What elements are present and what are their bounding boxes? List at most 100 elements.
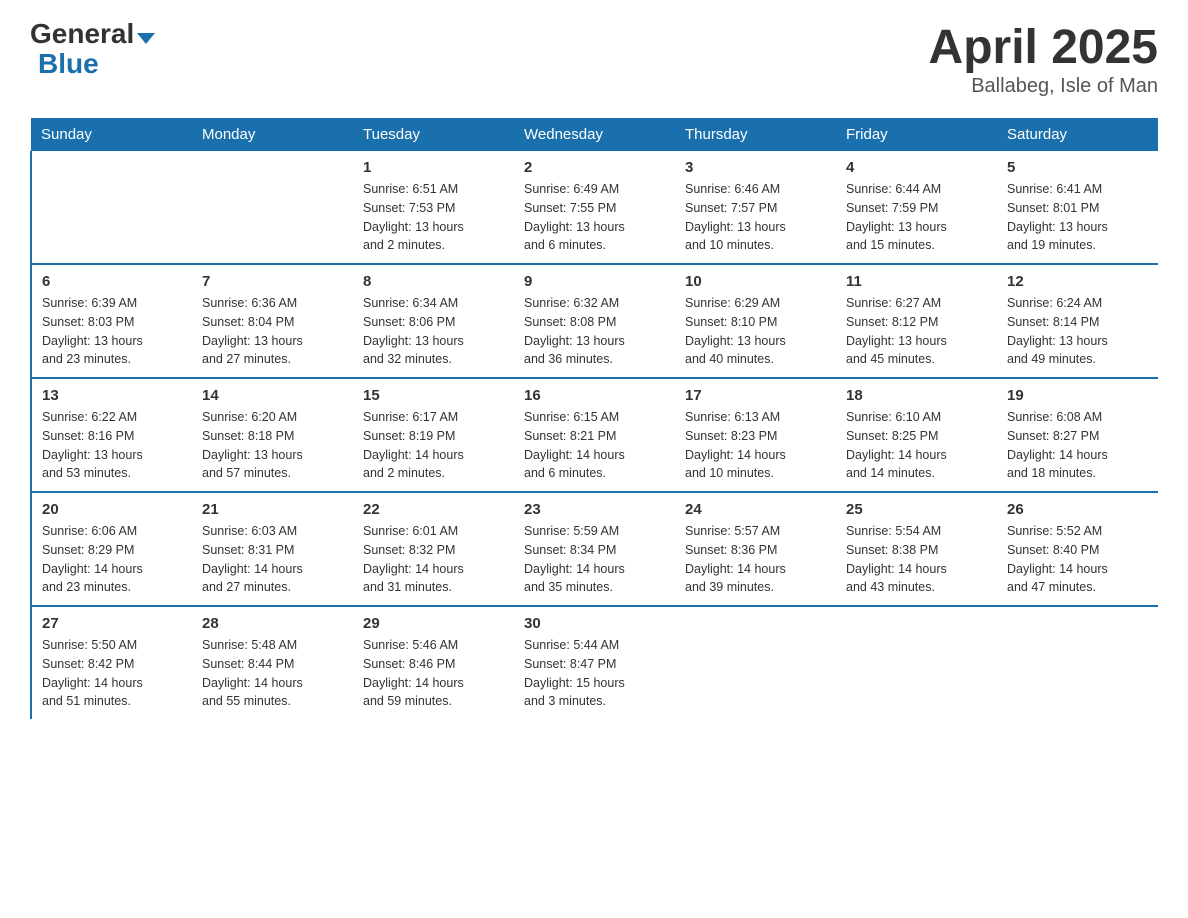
day-info: Sunrise: 6:06 AMSunset: 8:29 PMDaylight:… (42, 522, 182, 597)
day-info: Sunrise: 6:10 AMSunset: 8:25 PMDaylight:… (846, 408, 987, 483)
day-number: 4 (846, 159, 987, 176)
day-info: Sunrise: 5:57 AMSunset: 8:36 PMDaylight:… (685, 522, 826, 597)
day-number: 3 (685, 159, 826, 176)
calendar-cell (192, 151, 353, 264)
day-info: Sunrise: 6:36 AMSunset: 8:04 PMDaylight:… (202, 294, 343, 369)
calendar-week-row: 6 Sunrise: 6:39 AMSunset: 8:03 PMDaylight… (31, 264, 1158, 378)
calendar-cell: 2Sunrise: 6:49 AMSunset: 7:55 PMDaylight… (514, 151, 675, 264)
day-number: 24 (685, 501, 826, 518)
day-info: Sunrise: 6:17 AMSunset: 8:19 PMDaylight:… (363, 408, 504, 483)
calendar-cell: 23Sunrise: 5:59 AMSunset: 8:34 PMDayligh… (514, 492, 675, 606)
day-number: 17 (685, 387, 826, 404)
calendar-cell: 25 Sunrise: 5:54 AMSunset: 8:38 PMDayligh… (836, 492, 997, 606)
day-info: Sunrise: 6:29 AMSunset: 8:10 PMDaylight:… (685, 294, 826, 369)
day-number: 15 (363, 387, 504, 404)
day-info: Sunrise: 5:48 AMSunset: 8:44 PMDaylight:… (202, 636, 343, 711)
calendar-cell: 28 Sunrise: 5:48 AMSunset: 8:44 PMDayligh… (192, 606, 353, 719)
calendar-cell: 29 Sunrise: 5:46 AMSunset: 8:46 PMDayligh… (353, 606, 514, 719)
location-subtitle: Ballabeg, Isle of Man (929, 75, 1158, 98)
calendar-cell (836, 606, 997, 719)
col-header-monday: Monday (192, 118, 353, 151)
calendar-cell: 3 Sunrise: 6:46 AMSunset: 7:57 PMDaylight… (675, 151, 836, 264)
calendar-cell: 8 Sunrise: 6:34 AMSunset: 8:06 PMDaylight… (353, 264, 514, 378)
calendar-cell: 26 Sunrise: 5:52 AMSunset: 8:40 PMDayligh… (997, 492, 1158, 606)
day-number: 20 (42, 501, 182, 518)
day-number: 25 (846, 501, 987, 518)
calendar-cell: 14Sunrise: 6:20 AMSunset: 8:18 PMDayligh… (192, 378, 353, 492)
calendar-cell: 1Sunrise: 6:51 AMSunset: 7:53 PMDaylight… (353, 151, 514, 264)
logo: General Blue (30, 20, 155, 80)
calendar-cell: 4 Sunrise: 6:44 AMSunset: 7:59 PMDaylight… (836, 151, 997, 264)
calendar-cell (31, 151, 192, 264)
title-block: April 2025 Ballabeg, Isle of Man (929, 20, 1158, 98)
calendar-cell: 7 Sunrise: 6:36 AMSunset: 8:04 PMDaylight… (192, 264, 353, 378)
day-number: 10 (685, 273, 826, 290)
calendar-cell: 24 Sunrise: 5:57 AMSunset: 8:36 PMDayligh… (675, 492, 836, 606)
calendar-cell: 21 Sunrise: 6:03 AMSunset: 8:31 PMDayligh… (192, 492, 353, 606)
day-number: 27 (42, 615, 182, 632)
day-number: 6 (42, 273, 182, 290)
calendar-week-row: 27 Sunrise: 5:50 AMSunset: 8:42 PMDayligh… (31, 606, 1158, 719)
day-number: 22 (363, 501, 504, 518)
col-header-saturday: Saturday (997, 118, 1158, 151)
day-info: Sunrise: 6:08 AMSunset: 8:27 PMDaylight:… (1007, 408, 1148, 483)
day-info: Sunrise: 5:46 AMSunset: 8:46 PMDaylight:… (363, 636, 504, 711)
calendar-cell: 16 Sunrise: 6:15 AMSunset: 8:21 PMDayligh… (514, 378, 675, 492)
calendar-cell (997, 606, 1158, 719)
day-number: 16 (524, 387, 665, 404)
logo-general: General (30, 20, 134, 48)
day-info: Sunrise: 6:46 AMSunset: 7:57 PMDaylight:… (685, 180, 826, 255)
day-info: Sunrise: 5:50 AMSunset: 8:42 PMDaylight:… (42, 636, 182, 711)
calendar-cell: 19 Sunrise: 6:08 AMSunset: 8:27 PMDayligh… (997, 378, 1158, 492)
day-info: Sunrise: 6:32 AMSunset: 8:08 PMDaylight:… (524, 294, 665, 369)
calendar-cell: 18 Sunrise: 6:10 AMSunset: 8:25 PMDayligh… (836, 378, 997, 492)
day-info: Sunrise: 6:20 AMSunset: 8:18 PMDaylight:… (202, 408, 343, 483)
day-number: 23 (524, 501, 665, 518)
col-header-tuesday: Tuesday (353, 118, 514, 151)
calendar-cell: 10 Sunrise: 6:29 AMSunset: 8:10 PMDayligh… (675, 264, 836, 378)
day-number: 1 (363, 159, 504, 176)
calendar-cell: 11Sunrise: 6:27 AMSunset: 8:12 PMDayligh… (836, 264, 997, 378)
day-info: Sunrise: 6:15 AMSunset: 8:21 PMDaylight:… (524, 408, 665, 483)
calendar-cell: 5 Sunrise: 6:41 AMSunset: 8:01 PMDaylight… (997, 151, 1158, 264)
day-info: Sunrise: 6:44 AMSunset: 7:59 PMDaylight:… (846, 180, 987, 255)
day-number: 13 (42, 387, 182, 404)
col-header-friday: Friday (836, 118, 997, 151)
logo-blue: Blue (38, 48, 99, 80)
page-header: General Blue April 2025 Ballabeg, Isle o… (30, 20, 1158, 98)
calendar-cell: 6 Sunrise: 6:39 AMSunset: 8:03 PMDaylight… (31, 264, 192, 378)
day-number: 7 (202, 273, 343, 290)
calendar-cell: 17 Sunrise: 6:13 AMSunset: 8:23 PMDayligh… (675, 378, 836, 492)
day-info: Sunrise: 5:52 AMSunset: 8:40 PMDaylight:… (1007, 522, 1148, 597)
calendar-cell: 22 Sunrise: 6:01 AMSunset: 8:32 PMDayligh… (353, 492, 514, 606)
col-header-wednesday: Wednesday (514, 118, 675, 151)
day-number: 26 (1007, 501, 1148, 518)
day-number: 18 (846, 387, 987, 404)
calendar-header-row: SundayMondayTuesdayWednesdayThursdayFrid… (31, 118, 1158, 151)
col-header-thursday: Thursday (675, 118, 836, 151)
day-info: Sunrise: 5:54 AMSunset: 8:38 PMDaylight:… (846, 522, 987, 597)
day-info: Sunrise: 6:39 AMSunset: 8:03 PMDaylight:… (42, 294, 182, 369)
calendar-cell: 13Sunrise: 6:22 AMSunset: 8:16 PMDayligh… (31, 378, 192, 492)
calendar-cell: 9 Sunrise: 6:32 AMSunset: 8:08 PMDaylight… (514, 264, 675, 378)
day-number: 5 (1007, 159, 1148, 176)
day-number: 9 (524, 273, 665, 290)
day-info: Sunrise: 6:34 AMSunset: 8:06 PMDaylight:… (363, 294, 504, 369)
day-info: Sunrise: 6:13 AMSunset: 8:23 PMDaylight:… (685, 408, 826, 483)
day-info: Sunrise: 6:03 AMSunset: 8:31 PMDaylight:… (202, 522, 343, 597)
day-number: 19 (1007, 387, 1148, 404)
calendar-week-row: 1Sunrise: 6:51 AMSunset: 7:53 PMDaylight… (31, 151, 1158, 264)
calendar-cell: 27 Sunrise: 5:50 AMSunset: 8:42 PMDayligh… (31, 606, 192, 719)
col-header-sunday: Sunday (31, 118, 192, 151)
day-info: Sunrise: 6:01 AMSunset: 8:32 PMDaylight:… (363, 522, 504, 597)
day-info: Sunrise: 6:41 AMSunset: 8:01 PMDaylight:… (1007, 180, 1148, 255)
calendar-cell: 12Sunrise: 6:24 AMSunset: 8:14 PMDayligh… (997, 264, 1158, 378)
day-number: 28 (202, 615, 343, 632)
calendar-table: SundayMondayTuesdayWednesdayThursdayFrid… (30, 118, 1158, 719)
day-number: 30 (524, 615, 665, 632)
day-number: 8 (363, 273, 504, 290)
day-number: 29 (363, 615, 504, 632)
day-number: 21 (202, 501, 343, 518)
calendar-cell (675, 606, 836, 719)
calendar-week-row: 13Sunrise: 6:22 AMSunset: 8:16 PMDayligh… (31, 378, 1158, 492)
